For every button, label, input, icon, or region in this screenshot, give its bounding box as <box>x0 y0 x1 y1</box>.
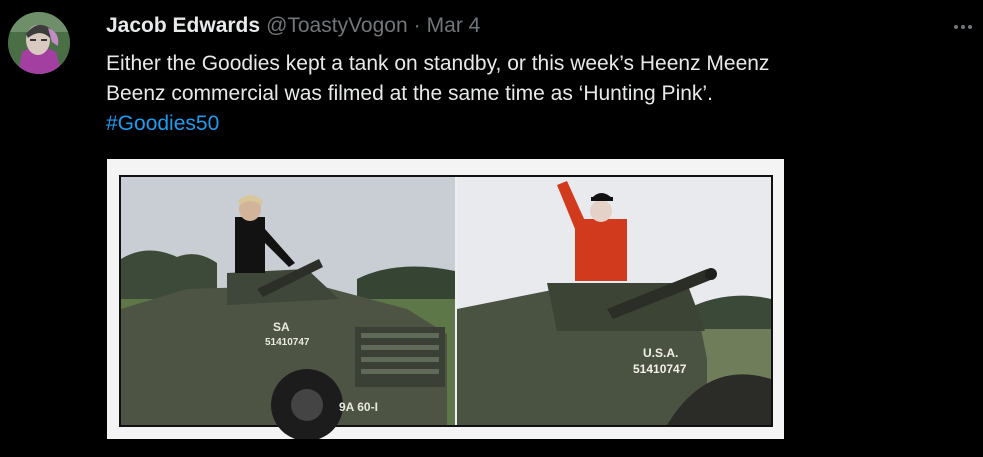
more-options-button[interactable] <box>946 15 980 39</box>
vehicle-marking: 9A 60-I <box>339 400 378 414</box>
tweet-header: Jacob Edwards @ToastyVogon · Mar 4 <box>106 13 480 39</box>
hashtag-link[interactable]: #Goodies50 <box>106 112 219 135</box>
tweet-text-line: Beenz commercial was filmed at the same … <box>106 82 713 105</box>
separator-dot: · <box>413 14 421 37</box>
author-handle[interactable]: @ToastyVogon <box>266 14 408 38</box>
avatar[interactable] <box>8 12 70 74</box>
left-panel-photo: SA 51410747 9A 60-I <box>121 177 455 439</box>
vehicle-marking: 51410747 <box>633 362 687 376</box>
author-name[interactable]: Jacob Edwards <box>106 14 260 38</box>
media-photo: SA 51410747 9A 60-I U.S.A. 51410747 <box>107 159 784 439</box>
tweet-date[interactable]: Mar 4 <box>427 14 481 38</box>
tweet-text: Either the Goodies kept a tank on standb… <box>106 49 966 139</box>
more-horizontal-icon <box>954 25 958 29</box>
tweet-media-image[interactable]: SA 51410747 9A 60-I U.S.A. 51410747 <box>107 159 784 439</box>
tweet[interactable]: Jacob Edwards @ToastyVogon · Mar 4 Eithe… <box>0 0 983 457</box>
tweet-text-line: Either the Goodies kept a tank on standb… <box>106 52 770 75</box>
avatar-image <box>8 12 70 74</box>
vehicle-marking: SA <box>273 320 290 334</box>
vehicle-marking: U.S.A. <box>643 346 678 360</box>
vehicle-marking: 51410747 <box>265 337 310 348</box>
right-panel-photo: U.S.A. 51410747 <box>457 177 771 425</box>
